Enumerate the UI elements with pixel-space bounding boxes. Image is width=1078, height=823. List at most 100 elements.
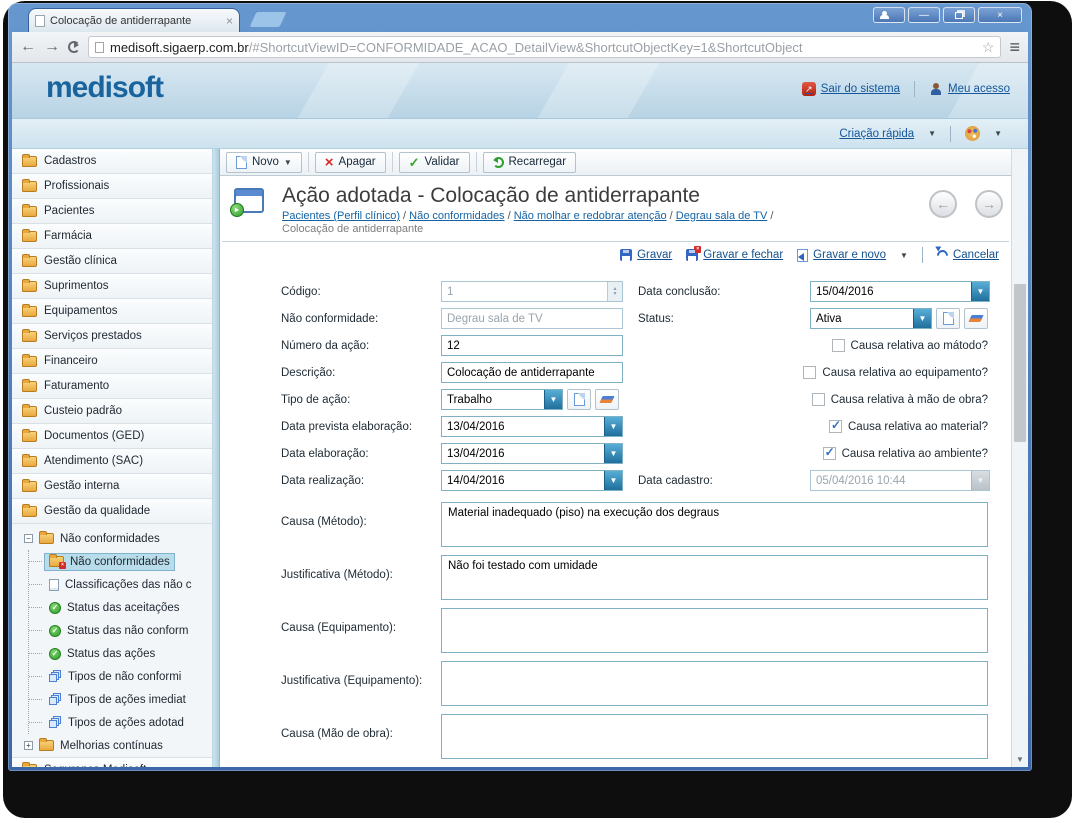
- close-button[interactable]: ×: [978, 7, 1022, 23]
- tree-item-classificacoes[interactable]: Classificações das não c: [29, 573, 212, 596]
- chevron-down-icon[interactable]: ▼: [900, 251, 908, 260]
- causa-mao-obra-textarea[interactable]: [441, 714, 988, 759]
- delete-button[interactable]: × Apagar: [314, 151, 386, 173]
- scrollbar-thumb[interactable]: [1014, 284, 1026, 442]
- calendar-dropdown-icon[interactable]: ▼: [604, 417, 622, 436]
- sidebar-item-gestao-qualidade[interactable]: Gestão da qualidade: [12, 499, 212, 524]
- page-scrollbar[interactable]: ▼: [1011, 149, 1028, 767]
- data-prevista-field[interactable]: 13/04/2016 ▼: [441, 416, 623, 437]
- bookmark-star-icon[interactable]: ☆: [982, 39, 995, 56]
- splitter-handle[interactable]: [212, 149, 220, 767]
- justificativa-metodo-textarea[interactable]: Não foi testado com umidade: [441, 555, 988, 600]
- new-button[interactable]: Novo ▼: [226, 151, 302, 173]
- tree-item-tipos-acoes-imediatas[interactable]: Tipos de ações imediat: [29, 688, 212, 711]
- numero-acao-field[interactable]: 12: [441, 335, 623, 356]
- tree-item-status-acoes[interactable]: ✓ Status das ações: [29, 642, 212, 665]
- status-new-button[interactable]: [936, 308, 960, 329]
- sidebar-item-equipamentos[interactable]: Equipamentos: [12, 299, 212, 324]
- checkbox-equipamento[interactable]: [803, 366, 817, 379]
- sidebar-item-suprimentos[interactable]: Suprimentos: [12, 274, 212, 299]
- breadcrumb-link[interactable]: Pacientes (Perfil clínico): [282, 210, 400, 222]
- sidebar-item-documentos[interactable]: Documentos (GED): [12, 424, 212, 449]
- address-bar[interactable]: medisoft.sigaerp.com.br/#ShortcutViewID=…: [88, 36, 1002, 58]
- data-elaboracao-field[interactable]: 13/04/2016 ▼: [441, 443, 623, 464]
- sidebar-item-cadastros[interactable]: Cadastros: [12, 149, 212, 174]
- record-next-button[interactable]: →: [975, 190, 1003, 218]
- breadcrumb-link[interactable]: Não molhar e redobrar atenção: [514, 210, 667, 222]
- tipo-acao-new-button[interactable]: [567, 389, 591, 410]
- tab-close-icon[interactable]: ×: [226, 14, 233, 28]
- quick-create-link[interactable]: Criação rápida: [839, 128, 914, 140]
- sidebar-item-custeio[interactable]: Custeio padrão: [12, 399, 212, 424]
- save-new-button[interactable]: Gravar e novo: [797, 248, 886, 262]
- select-dropdown-icon[interactable]: ▼: [913, 309, 931, 328]
- calendar-dropdown-icon[interactable]: ▼: [971, 282, 989, 301]
- chrome-menu-icon[interactable]: ≡: [1009, 38, 1020, 56]
- status-select[interactable]: Ativa ▼: [810, 308, 932, 329]
- sidebar-item-profissionais[interactable]: Profissionais: [12, 174, 212, 199]
- minimize-button[interactable]: —: [908, 7, 940, 23]
- data-realizacao-field[interactable]: 14/04/2016 ▼: [441, 470, 623, 491]
- select-dropdown-icon[interactable]: ▼: [544, 390, 562, 409]
- cancel-button[interactable]: Cancelar: [934, 247, 999, 263]
- new-tab-button[interactable]: [249, 12, 287, 27]
- tree-item-nao-conformidades[interactable]: × Não conformidades: [29, 550, 212, 573]
- sidebar-item-pacientes[interactable]: Pacientes: [12, 199, 212, 224]
- descricao-field[interactable]: Colocação de antiderrapante: [441, 362, 623, 383]
- url-host: medisoft.sigaerp.com.br: [110, 39, 249, 55]
- chevron-down-icon[interactable]: ▼: [928, 129, 936, 138]
- title-block: ► Ação adotada - Colocação de antiderrap…: [220, 176, 1011, 235]
- theme-palette-icon[interactable]: [965, 126, 981, 141]
- sidebar-item-atendimento[interactable]: Atendimento (SAC): [12, 449, 212, 474]
- scroll-down-icon[interactable]: ▼: [1012, 755, 1028, 764]
- sidebar-item-gestao-interna[interactable]: Gestão interna: [12, 474, 212, 499]
- tree-item-status-nao-conf[interactable]: ✓ Status das não conform: [29, 619, 212, 642]
- sidebar-item-farmacia[interactable]: Farmácia: [12, 224, 212, 249]
- quick-create-bar: Criação rápida ▼ ▼: [12, 119, 1028, 149]
- data-conclusao-field[interactable]: 15/04/2016 ▼: [810, 281, 990, 302]
- my-access-link[interactable]: Meu acesso: [929, 82, 1010, 96]
- breadcrumb-link[interactable]: Degrau sala de TV: [676, 210, 768, 222]
- checkbox-material[interactable]: [829, 418, 842, 433]
- chevron-down-icon[interactable]: ▼: [994, 129, 1002, 138]
- tree-item-tipos-acoes-adotadas[interactable]: Tipos de ações adotad: [29, 711, 212, 734]
- layers-icon: [49, 693, 62, 706]
- checkbox-metodo[interactable]: [831, 339, 845, 352]
- collapse-icon[interactable]: −: [24, 534, 33, 543]
- sidebar-item-seguranca[interactable]: Segurança Medisoft: [12, 757, 212, 767]
- profile-icon[interactable]: [873, 7, 905, 23]
- restore-button[interactable]: [943, 7, 975, 23]
- save-button[interactable]: Gravar: [620, 249, 672, 261]
- status-clear-button[interactable]: [964, 308, 988, 329]
- folder-icon: [39, 531, 54, 544]
- validate-button[interactable]: ✓ Validar: [398, 151, 470, 173]
- sidebar-item-faturamento[interactable]: Faturamento: [12, 374, 212, 399]
- checkbox-ambiente[interactable]: [822, 445, 836, 460]
- logout-link[interactable]: ↗ Sair do sistema: [801, 82, 900, 96]
- expand-icon[interactable]: +: [24, 741, 33, 750]
- calendar-dropdown-icon[interactable]: ▼: [604, 471, 622, 490]
- tipo-acao-clear-button[interactable]: [595, 389, 619, 410]
- reload-button[interactable]: Recarregar: [482, 151, 577, 173]
- record-prev-button[interactable]: ←: [929, 190, 957, 218]
- save-close-button[interactable]: × Gravar e fechar: [686, 246, 783, 261]
- sidebar-item-servicos[interactable]: Serviços prestados: [12, 324, 212, 349]
- breadcrumb-link[interactable]: Não conformidades: [409, 210, 504, 222]
- calendar-dropdown-icon[interactable]: ▼: [604, 444, 622, 463]
- tree-node-melhorias[interactable]: + Melhorias contínuas: [12, 734, 212, 757]
- sidebar-item-financeiro[interactable]: Financeiro: [12, 349, 212, 374]
- causa-metodo-textarea[interactable]: Material inadequado (piso) na execução d…: [441, 502, 988, 547]
- tipo-acao-select[interactable]: Trabalho ▼: [441, 389, 563, 410]
- forward-icon[interactable]: →: [44, 39, 60, 55]
- tree-item-status-aceitacoes[interactable]: ✓ Status das aceitações: [29, 596, 212, 619]
- reload-icon[interactable]: [68, 41, 80, 53]
- causa-equipamento-textarea[interactable]: [441, 608, 988, 653]
- browser-tab[interactable]: Colocação de antiderrapante ×: [28, 8, 240, 32]
- justificativa-equipamento-textarea[interactable]: [441, 661, 988, 706]
- back-icon[interactable]: ←: [20, 39, 36, 55]
- checkbox-mao-de-obra[interactable]: [811, 393, 825, 406]
- chevron-down-icon[interactable]: ▼: [284, 158, 292, 167]
- sidebar-item-gestao-clinica[interactable]: Gestão clínica: [12, 249, 212, 274]
- tree-node-nao-conformidades[interactable]: − Não conformidades: [12, 527, 212, 550]
- tree-item-tipos-nao-conf[interactable]: Tipos de não conformi: [29, 665, 212, 688]
